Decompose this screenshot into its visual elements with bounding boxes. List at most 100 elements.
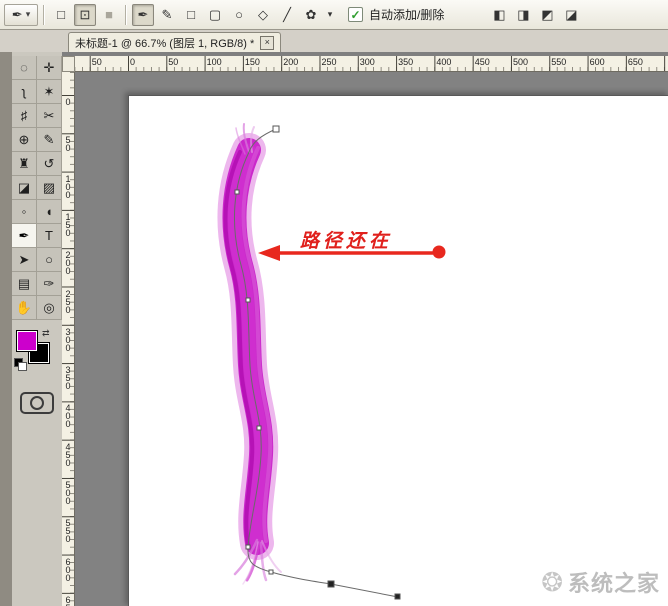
v-ruler-label: 200 <box>63 250 73 275</box>
paths-mode-button[interactable]: ⊡ <box>74 3 96 26</box>
gradient-tool[interactable]: ▨ <box>37 176 62 200</box>
v-ruler-label: 250 <box>63 288 73 313</box>
v-ruler-label: 450 <box>63 441 73 466</box>
pen-tool[interactable]: ✒ <box>12 224 37 248</box>
h-ruler-label: 100 <box>206 57 222 67</box>
zoom-tool[interactable]: ◎ <box>37 296 62 320</box>
document-tab[interactable]: 未标题-1 @ 66.7% (图层 1, RGB/8) * × <box>68 32 282 52</box>
close-icon[interactable]: × <box>260 35 275 50</box>
clone-stamp-tool[interactable]: ♜ <box>12 152 37 176</box>
exclude-path-area-button[interactable]: ◪ <box>560 4 582 26</box>
watermark: ❂ 系统之家 <box>541 566 660 598</box>
v-ruler-label: 300 <box>63 326 73 351</box>
elliptical-marquee-tool[interactable]: ◌ <box>12 56 37 80</box>
swap-colors-icon[interactable]: ⇄ <box>42 328 50 339</box>
horizontal-ruler[interactable]: 50 0 50 100 150 200 250 300 350 400 450 500 550 600 65… <box>75 56 668 72</box>
hand-tool[interactable]: ✋ <box>12 296 37 320</box>
color-swatches: ⇄ <box>14 328 62 376</box>
pen-icon: ✒ <box>11 6 23 22</box>
pen-tool-button[interactable]: ✒ <box>132 3 154 26</box>
h-ruler-label: 350 <box>398 57 414 67</box>
v-ruler-label: 600 <box>63 556 73 581</box>
line-tool-button[interactable]: ╱ <box>276 4 298 26</box>
notes-tool[interactable]: ▤ <box>12 272 37 296</box>
eraser-tool[interactable]: ◪ <box>12 176 37 200</box>
v-ruler-label: 0 <box>63 97 73 105</box>
xitongzhijia-logo-icon: ❂ <box>541 567 563 597</box>
crop-tool[interactable]: ♯ <box>12 104 37 128</box>
lasso-tool[interactable]: ʅ <box>12 80 37 104</box>
h-ruler-label: 0 <box>130 57 136 67</box>
toolbox-panel: ◌ ✛ ʅ ✶ ♯ ✂ ⊕ ✎ ♜ ↺ ◪ ▨ ◦ ◖ ✒ T ➤ ○ ▤ ✑ ✋ ◎ ⇄ <box>12 52 62 606</box>
h-ruler-label: 450 <box>474 57 490 67</box>
separator <box>125 4 127 25</box>
add-path-area-button[interactable]: ◧ <box>488 4 510 26</box>
tool-preset-picker[interactable]: ✒ ▾ <box>4 3 38 26</box>
pen-tools-group: ✒ ✎ <box>132 3 178 26</box>
path-area-group: ◧ ◨ ◩ ◪ <box>488 4 582 26</box>
h-ruler-label: 550 <box>551 57 567 67</box>
h-ruler-label: 600 <box>589 57 605 67</box>
v-ruler-label: 100 <box>63 173 73 198</box>
rounded-rectangle-tool-button[interactable]: ▢ <box>204 4 226 26</box>
quick-mask-mode-button[interactable] <box>20 392 54 414</box>
slice-tool[interactable]: ✂ <box>37 104 62 128</box>
separator <box>43 4 45 25</box>
tab-bar: 未标题-1 @ 66.7% (图层 1, RGB/8) * × <box>0 30 668 52</box>
freeform-pen-tool-button[interactable]: ✎ <box>156 4 178 26</box>
h-ruler-label: 50 <box>168 57 179 67</box>
v-ruler-label: 400 <box>63 403 73 428</box>
drawing-mode-group: □ ⊡ ■ <box>50 3 120 26</box>
shape-layers-mode-button[interactable]: □ <box>50 4 72 26</box>
toolbox-grid: ◌ ✛ ʅ ✶ ♯ ✂ ⊕ ✎ ♜ ↺ ◪ ▨ ◦ ◖ ✒ T ➤ ○ ▤ ✑ ✋ ◎ <box>12 56 62 320</box>
document-page[interactable] <box>128 95 668 606</box>
v-ruler-label: 150 <box>63 211 73 236</box>
custom-shape-tool-button[interactable]: ✿ <box>300 4 322 26</box>
foreground-color-swatch[interactable] <box>16 330 38 352</box>
quick-mask-circle-icon <box>30 396 44 410</box>
h-ruler-label: 400 <box>436 57 452 67</box>
default-colors-icon[interactable] <box>14 358 27 371</box>
intersect-path-area-button[interactable]: ◩ <box>536 4 558 26</box>
ellipse-tool-button[interactable]: ○ <box>228 4 250 26</box>
healing-brush-tool[interactable]: ⊕ <box>12 128 37 152</box>
shape-tools-group: □ ▢ ○ ◇ ╱ ✿ <box>180 4 322 26</box>
subtract-path-area-button[interactable]: ◨ <box>512 4 534 26</box>
document-title: 未标题-1 @ 66.7% (图层 1, RGB/8) * <box>75 37 255 50</box>
polygon-tool-button[interactable]: ◇ <box>252 4 274 26</box>
brush-tool[interactable]: ✎ <box>37 128 62 152</box>
auto-add-delete-checkbox[interactable]: ✓ <box>348 7 363 22</box>
v-ruler-label: 50 <box>63 135 73 152</box>
fill-pixels-mode-button[interactable]: ■ <box>98 4 120 26</box>
move-tool[interactable]: ✛ <box>37 56 62 80</box>
v-ruler-label: 550 <box>63 518 73 543</box>
chevron-down-icon: ▾ <box>25 9 31 19</box>
h-ruler-label: 500 <box>513 57 529 67</box>
rectangle-tool-button[interactable]: □ <box>180 4 202 26</box>
type-tool[interactable]: T <box>37 224 62 248</box>
watermark-text: 系统之家 <box>567 571 660 596</box>
dodge-tool[interactable]: ◖ <box>37 200 62 224</box>
auto-add-delete-label: 自动添加/删除 <box>369 8 445 22</box>
shape-options-caret[interactable]: ▾ <box>324 4 336 26</box>
shape-tool[interactable]: ○ <box>37 248 62 272</box>
dock-strip: ◀◀ <box>0 30 12 606</box>
blur-tool[interactable]: ◦ <box>12 200 37 224</box>
h-ruler-label: 150 <box>244 57 260 67</box>
h-ruler-label: 200 <box>283 57 299 67</box>
v-ruler-label: 500 <box>63 480 73 504</box>
h-ruler-label: 650 <box>627 57 643 67</box>
h-ruler-label: 50 <box>91 57 102 67</box>
vertical-ruler[interactable]: 0 50 100 150 200 250 300 350 400 450 500 550 600 650 <box>62 72 75 606</box>
h-ruler-label: 300 <box>359 57 375 67</box>
history-brush-tool[interactable]: ↺ <box>37 152 62 176</box>
ruler-corner <box>62 56 75 72</box>
v-ruler-label: 350 <box>63 365 73 390</box>
v-ruler-label: 650 <box>63 593 73 606</box>
path-selection-tool[interactable]: ➤ <box>12 248 37 272</box>
h-ruler-label: 250 <box>321 57 337 67</box>
canvas-viewport <box>75 72 668 606</box>
options-bar: ✒ ▾ □ ⊡ ■ ✒ ✎ □ ▢ ○ ◇ ╱ ✿ ▾ ✓ 自动添加/删除 ◧ ◨ ◩ ◪ <box>0 0 668 30</box>
eyedropper-tool[interactable]: ✑ <box>37 272 62 296</box>
magic-wand-tool[interactable]: ✶ <box>37 80 62 104</box>
